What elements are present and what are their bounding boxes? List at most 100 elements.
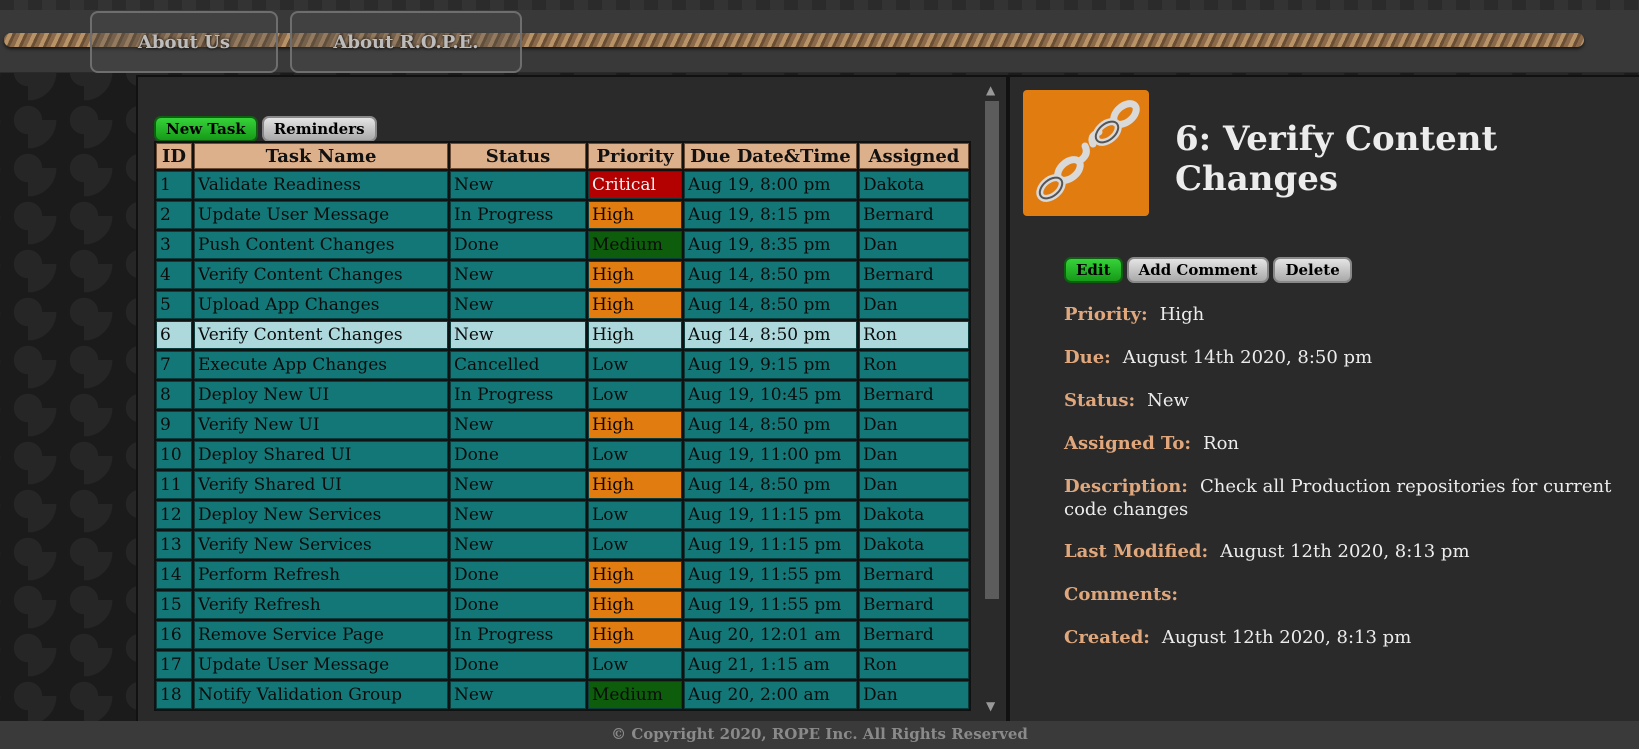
task-list-scrollbar[interactable]: ▲ ▼ xyxy=(983,83,1001,713)
cell-due: Aug 19, 8:35 pm xyxy=(684,231,857,259)
cell-name: Remove Service Page xyxy=(194,621,448,649)
table-row[interactable]: 15 Verify Refresh Done High Aug 19, 11:55 pm… xyxy=(156,591,969,619)
cell-status: Done xyxy=(450,591,586,619)
detail-created: Created: August 12th 2020, 8:13 pm xyxy=(1064,626,1624,649)
cell-due: Aug 14, 8:50 pm xyxy=(684,321,857,349)
nav-about-rope-button[interactable]: About R.O.P.E. xyxy=(290,11,522,73)
cell-status: Done xyxy=(450,651,586,679)
table-header-row: ID Task Name Status Priority Due Date&Ti… xyxy=(156,143,969,169)
column-header-assigned[interactable]: Assigned xyxy=(859,143,969,169)
table-row[interactable]: 10 Deploy Shared UI Done Low Aug 19, 11:00 p… xyxy=(156,441,969,469)
cell-due: Aug 19, 11:15 pm xyxy=(684,501,857,529)
cell-name: Deploy Shared UI xyxy=(194,441,448,469)
table-row[interactable]: 1 Validate Readiness New Critical Aug 19, 8:… xyxy=(156,171,969,199)
table-row[interactable]: 13 Verify New Services New Low Aug 19, 11:15… xyxy=(156,531,969,559)
table-row[interactable]: 16 Remove Service Page In Progress High Aug … xyxy=(156,621,969,649)
cell-status: In Progress xyxy=(450,621,586,649)
table-row[interactable]: 5 Upload App Changes New High Aug 14, 8:50 p… xyxy=(156,291,969,319)
nav-about-us-button[interactable]: About Us xyxy=(90,11,278,73)
copyright-text: © Copyright 2020, ROPE Inc. All Rights R… xyxy=(611,725,1028,743)
cell-status: Done xyxy=(450,231,586,259)
table-row[interactable]: 2 Update User Message In Progress High Aug 1… xyxy=(156,201,969,229)
cell-priority: Low xyxy=(588,531,682,559)
scrollbar-thumb[interactable] xyxy=(985,101,999,599)
table-row[interactable]: 11 Verify Shared UI New High Aug 14, 8:50 pm… xyxy=(156,471,969,499)
cell-id: 9 xyxy=(156,411,192,439)
table-row[interactable]: 6 Verify Content Changes New High Aug 14, 8:… xyxy=(156,321,969,349)
cell-status: New xyxy=(450,531,586,559)
cell-id: 11 xyxy=(156,471,192,499)
column-header-task-name[interactable]: Task Name xyxy=(194,143,448,169)
cell-due: Aug 14, 8:50 pm xyxy=(684,471,857,499)
column-header-status[interactable]: Status xyxy=(450,143,586,169)
cell-assigned: Dan xyxy=(859,231,969,259)
cell-id: 7 xyxy=(156,351,192,379)
table-row[interactable]: 12 Deploy New Services New Low Aug 19, 11:15… xyxy=(156,501,969,529)
cell-status: In Progress xyxy=(450,201,586,229)
cell-assigned: Bernard xyxy=(859,561,969,589)
cell-priority: High xyxy=(588,411,682,439)
field-label: Last Modified: xyxy=(1064,541,1209,562)
cell-id: 4 xyxy=(156,261,192,289)
scroll-down-icon[interactable]: ▼ xyxy=(986,699,995,713)
cell-status: New xyxy=(450,321,586,349)
add-comment-button[interactable]: Add Comment xyxy=(1126,257,1270,283)
cell-due: Aug 21, 1:15 am xyxy=(684,651,857,679)
cell-priority: High xyxy=(588,321,682,349)
delete-button[interactable]: Delete xyxy=(1273,257,1352,283)
cell-assigned: Bernard xyxy=(859,591,969,619)
table-row[interactable]: 17 Update User Message Done Low Aug 21, 1:15… xyxy=(156,651,969,679)
cell-due: Aug 20, 12:01 am xyxy=(684,621,857,649)
table-row[interactable]: 8 Deploy New UI In Progress Low Aug 19, 10:4… xyxy=(156,381,969,409)
cell-name: Update User Message xyxy=(194,651,448,679)
table-row[interactable]: 3 Push Content Changes Done Medium Aug 19, 8… xyxy=(156,231,969,259)
field-value: High xyxy=(1159,304,1205,325)
task-list-panel: New Task Reminders ID Task Name Status P… xyxy=(136,75,1008,724)
column-header-due[interactable]: Due Date&Time xyxy=(684,143,857,169)
field-value: Ron xyxy=(1203,433,1240,454)
cell-assigned: Bernard xyxy=(859,201,969,229)
cell-priority: High xyxy=(588,261,682,289)
detail-assigned: Assigned To: Ron xyxy=(1064,432,1624,455)
table-row[interactable]: 14 Perform Refresh Done High Aug 19, 11:55 p… xyxy=(156,561,969,589)
cell-priority: Medium xyxy=(588,681,682,709)
cell-assigned: Dakota xyxy=(859,531,969,559)
cell-priority: High xyxy=(588,591,682,619)
column-header-priority[interactable]: Priority xyxy=(588,143,682,169)
cell-id: 10 xyxy=(156,441,192,469)
cell-id: 6 xyxy=(156,321,192,349)
column-header-id[interactable]: ID xyxy=(156,143,192,169)
cell-name: Perform Refresh xyxy=(194,561,448,589)
cell-name: Push Content Changes xyxy=(194,231,448,259)
detail-description: Description: Check all Production reposit… xyxy=(1064,475,1624,521)
table-row[interactable]: 9 Verify New UI New High Aug 14, 8:50 pm Dan xyxy=(156,411,969,439)
detail-last-modified: Last Modified: August 12th 2020, 8:13 pm xyxy=(1064,540,1624,563)
reminders-button[interactable]: Reminders xyxy=(261,116,377,142)
cell-priority: High xyxy=(588,561,682,589)
table-row[interactable]: 18 Notify Validation Group New Medium Aug 20… xyxy=(156,681,969,709)
cell-status: New xyxy=(450,471,586,499)
cell-priority: Critical xyxy=(588,171,682,199)
cell-priority: High xyxy=(588,291,682,319)
field-label: Description: xyxy=(1064,476,1188,497)
cell-due: Aug 19, 11:15 pm xyxy=(684,531,857,559)
cell-name: Notify Validation Group xyxy=(194,681,448,709)
cell-status: Done xyxy=(450,561,586,589)
detail-due: Due: August 14th 2020, 8:50 pm xyxy=(1064,346,1624,369)
cell-priority: Low xyxy=(588,351,682,379)
cell-id: 15 xyxy=(156,591,192,619)
cell-due: Aug 19, 11:00 pm xyxy=(684,441,857,469)
table-row[interactable]: 7 Execute App Changes Cancelled Low Aug 19, … xyxy=(156,351,969,379)
cell-id: 13 xyxy=(156,531,192,559)
field-value: August 14th 2020, 8:50 pm xyxy=(1122,347,1373,368)
task-detail-title: 6: Verify Content Changes xyxy=(1175,119,1498,199)
cell-priority: Low xyxy=(588,441,682,469)
edit-button[interactable]: Edit xyxy=(1064,257,1123,283)
new-task-button[interactable]: New Task xyxy=(154,116,258,142)
cell-id: 3 xyxy=(156,231,192,259)
cell-assigned: Ron xyxy=(859,321,969,349)
scroll-up-icon[interactable]: ▲ xyxy=(986,83,995,97)
table-row[interactable]: 4 Verify Content Changes New High Aug 14, 8:… xyxy=(156,261,969,289)
cell-due: Aug 14, 8:50 pm xyxy=(684,411,857,439)
field-value: New xyxy=(1147,390,1189,411)
